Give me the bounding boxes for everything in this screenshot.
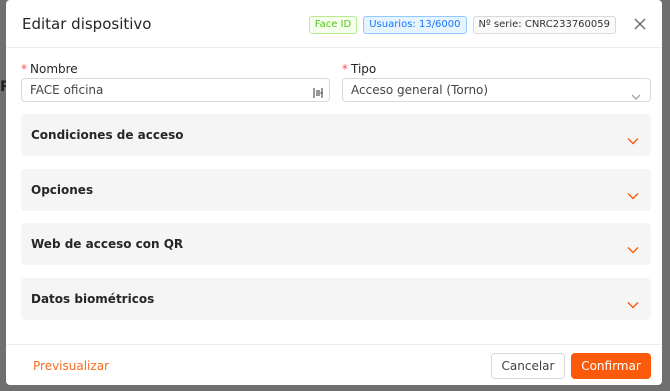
tipo-select[interactable]: Acceso general (Torno) bbox=[342, 78, 651, 102]
close-icon[interactable] bbox=[632, 16, 648, 32]
required-mark: * bbox=[342, 62, 348, 76]
chevron-down-icon bbox=[631, 86, 641, 100]
panel-label: Opciones bbox=[31, 183, 94, 197]
panel-opciones[interactable]: Opciones bbox=[21, 169, 651, 211]
panel-web-acceso-qr[interactable]: Web de acceso con QR bbox=[21, 223, 651, 265]
modal-title: Editar dispositivo bbox=[22, 15, 152, 33]
tipo-label-text: Tipo bbox=[351, 62, 377, 76]
text-cursor-icon bbox=[312, 84, 324, 98]
modal-header: Editar dispositivo Face ID Usuarios: 13/… bbox=[6, 0, 662, 48]
required-mark: * bbox=[21, 62, 27, 76]
nombre-value: FACE oficina bbox=[30, 83, 104, 97]
nombre-input[interactable]: FACE oficina bbox=[21, 78, 330, 102]
edit-device-modal: Editar dispositivo Face ID Usuarios: 13/… bbox=[6, 0, 662, 385]
nombre-label: * Nombre bbox=[21, 62, 78, 76]
preview-link[interactable]: Previsualizar bbox=[33, 359, 109, 373]
cancel-button[interactable]: Cancelar bbox=[491, 353, 565, 379]
panel-label: Datos biométricos bbox=[31, 292, 155, 306]
panel-label: Web de acceso con QR bbox=[31, 237, 184, 251]
chevron-down-icon bbox=[627, 239, 639, 254]
modal-footer: Previsualizar Cancelar Confirmar bbox=[6, 344, 662, 385]
face-id-tag: Face ID bbox=[308, 16, 358, 34]
panel-condiciones-acceso[interactable]: Condiciones de acceso bbox=[21, 114, 651, 156]
confirm-button[interactable]: Confirmar bbox=[571, 353, 651, 379]
chevron-down-icon bbox=[627, 130, 639, 145]
nombre-label-text: Nombre bbox=[30, 62, 78, 76]
serial-number-tag: Nº serie: CNRC233760059 bbox=[472, 16, 616, 34]
chevron-down-icon bbox=[627, 294, 639, 309]
tipo-label: * Tipo bbox=[342, 62, 376, 76]
chevron-down-icon bbox=[627, 185, 639, 200]
panel-datos-biometricos[interactable]: Datos biométricos bbox=[21, 278, 651, 320]
device-tags: Face ID Usuarios: 13/6000 Nº serie: CNRC… bbox=[308, 16, 616, 34]
tipo-value: Acceso general (Torno) bbox=[351, 83, 489, 97]
users-count-tag: Usuarios: 13/6000 bbox=[363, 16, 467, 34]
panel-label: Condiciones de acceso bbox=[31, 128, 184, 142]
